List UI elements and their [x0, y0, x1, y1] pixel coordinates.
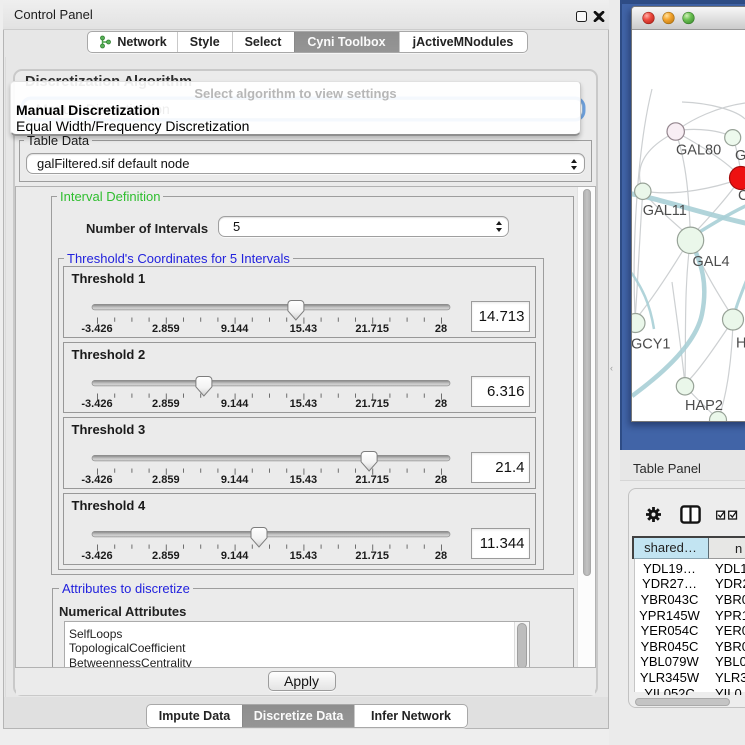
svg-text:C: C [738, 188, 745, 204]
svg-text:GCY1: GCY1 [632, 337, 671, 353]
svg-text:HAP2: HAP2 [685, 398, 723, 414]
svg-text:GA: GA [735, 148, 745, 164]
svg-text:GAL4: GAL4 [693, 254, 730, 270]
svg-text:GAL80: GAL80 [676, 143, 721, 159]
svg-text:GAL11: GAL11 [643, 203, 687, 219]
svg-text:H: H [736, 336, 745, 352]
